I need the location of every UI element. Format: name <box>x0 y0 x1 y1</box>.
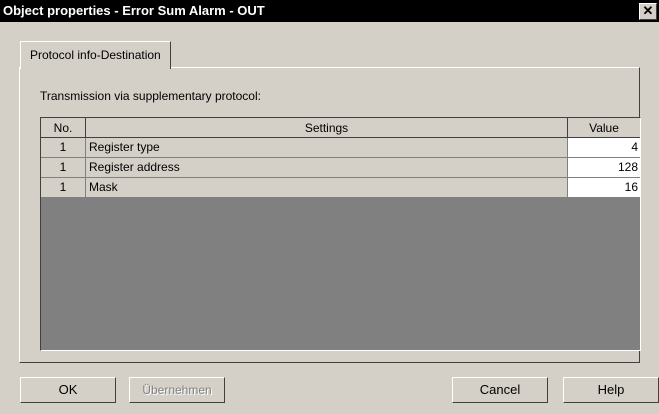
row-setting-cell: Register address <box>86 158 568 178</box>
transmission-caption: Transmission via supplementary protocol: <box>40 89 261 103</box>
row-no-cell: 1 <box>41 138 86 158</box>
table-row[interactable]: 1 Register type 4 <box>41 138 640 158</box>
tab-protocol-info-destination[interactable]: Protocol info-Destination <box>20 41 171 69</box>
table-row[interactable]: 1 Mask 16 <box>41 178 640 198</box>
help-button[interactable]: Help <box>563 377 659 403</box>
row-no-cell: 1 <box>41 178 86 198</box>
title-bar: Object properties - Error Sum Alarm - OU… <box>0 0 659 22</box>
row-value-cell[interactable]: 128 <box>568 158 640 178</box>
row-value-cell[interactable]: 4 <box>568 138 640 158</box>
close-icon[interactable]: ✕ <box>639 3 657 20</box>
row-setting-cell: Mask <box>86 178 568 198</box>
column-header-value[interactable]: Value <box>568 118 640 138</box>
cancel-button[interactable]: Cancel <box>452 377 548 403</box>
settings-table: No. Settings Value 1 Register type 4 1 R… <box>40 117 641 351</box>
apply-button[interactable]: Übernehmen <box>129 377 225 403</box>
window-title: Object properties - Error Sum Alarm - OU… <box>3 3 265 18</box>
row-no-cell: 1 <box>41 158 86 178</box>
ok-button[interactable]: OK <box>20 377 116 403</box>
table-row[interactable]: 1 Register address 128 <box>41 158 640 178</box>
column-header-no[interactable]: No. <box>41 118 86 138</box>
column-header-settings[interactable]: Settings <box>86 118 568 138</box>
row-setting-cell: Register type <box>86 138 568 158</box>
row-value-cell[interactable]: 16 <box>568 178 640 198</box>
